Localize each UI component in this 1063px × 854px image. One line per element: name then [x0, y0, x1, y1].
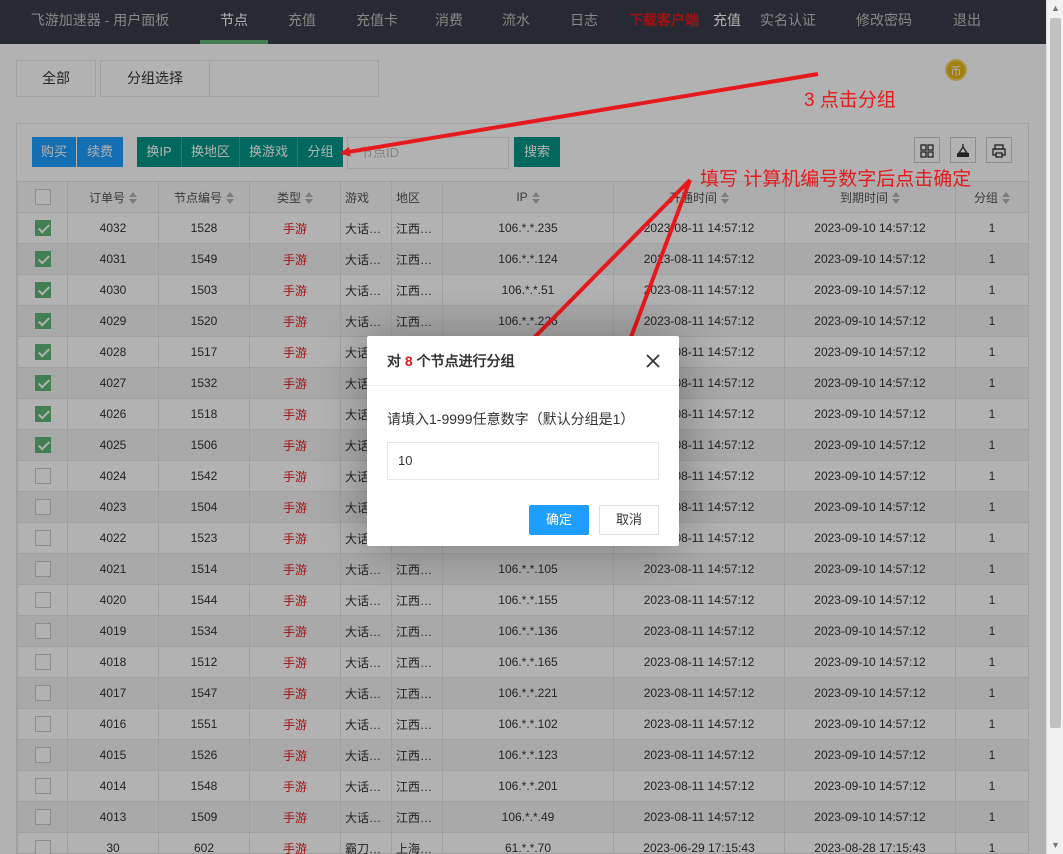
- page-scrollbar[interactable]: ▲ ▼: [1046, 0, 1063, 854]
- group-number-input[interactable]: 10: [387, 442, 659, 480]
- dialog-prompt: 请填入1-9999任意数字（默认分组是1）: [387, 411, 635, 427]
- scrollbar-thumb[interactable]: [1050, 18, 1061, 728]
- confirm-button[interactable]: 确定: [529, 505, 589, 535]
- close-icon[interactable]: [641, 349, 665, 373]
- scroll-up-icon[interactable]: ▲: [1047, 0, 1063, 17]
- cancel-button[interactable]: 取消: [599, 505, 659, 535]
- scroll-down-icon[interactable]: ▼: [1047, 837, 1063, 854]
- group-dialog: 对 8 个节点进行分组 请填入1-9999任意数字（默认分组是1） 10 确定 …: [367, 336, 679, 546]
- selected-count: 8: [404, 353, 413, 369]
- dialog-title: 对 8 个节点进行分组: [367, 336, 679, 386]
- annotation-fill-hint: 填写 计算机编号数字后点击确定: [700, 169, 972, 190]
- annotation-step3: 3 点击分组: [804, 90, 896, 111]
